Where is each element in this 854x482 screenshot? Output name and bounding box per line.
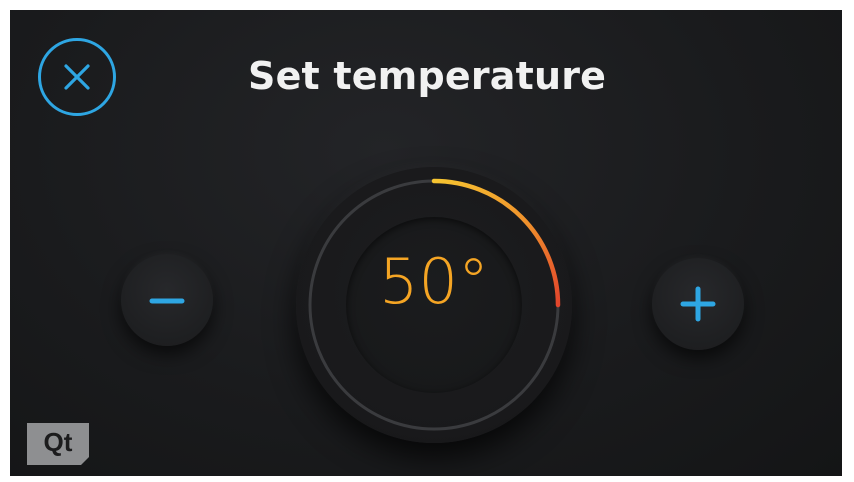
close-button[interactable]	[38, 38, 116, 116]
qt-logo-text: Qt	[43, 427, 73, 457]
qt-logo: Qt	[27, 423, 97, 465]
decrease-button[interactable]	[121, 254, 213, 346]
temperature-value: 50°	[379, 245, 489, 318]
increase-button[interactable]	[652, 258, 744, 350]
temperature-dial[interactable]: 50°	[296, 167, 572, 443]
page-title: Set temperature	[248, 54, 607, 98]
temperature-screen: Set temperature 50° Qt	[10, 10, 842, 476]
